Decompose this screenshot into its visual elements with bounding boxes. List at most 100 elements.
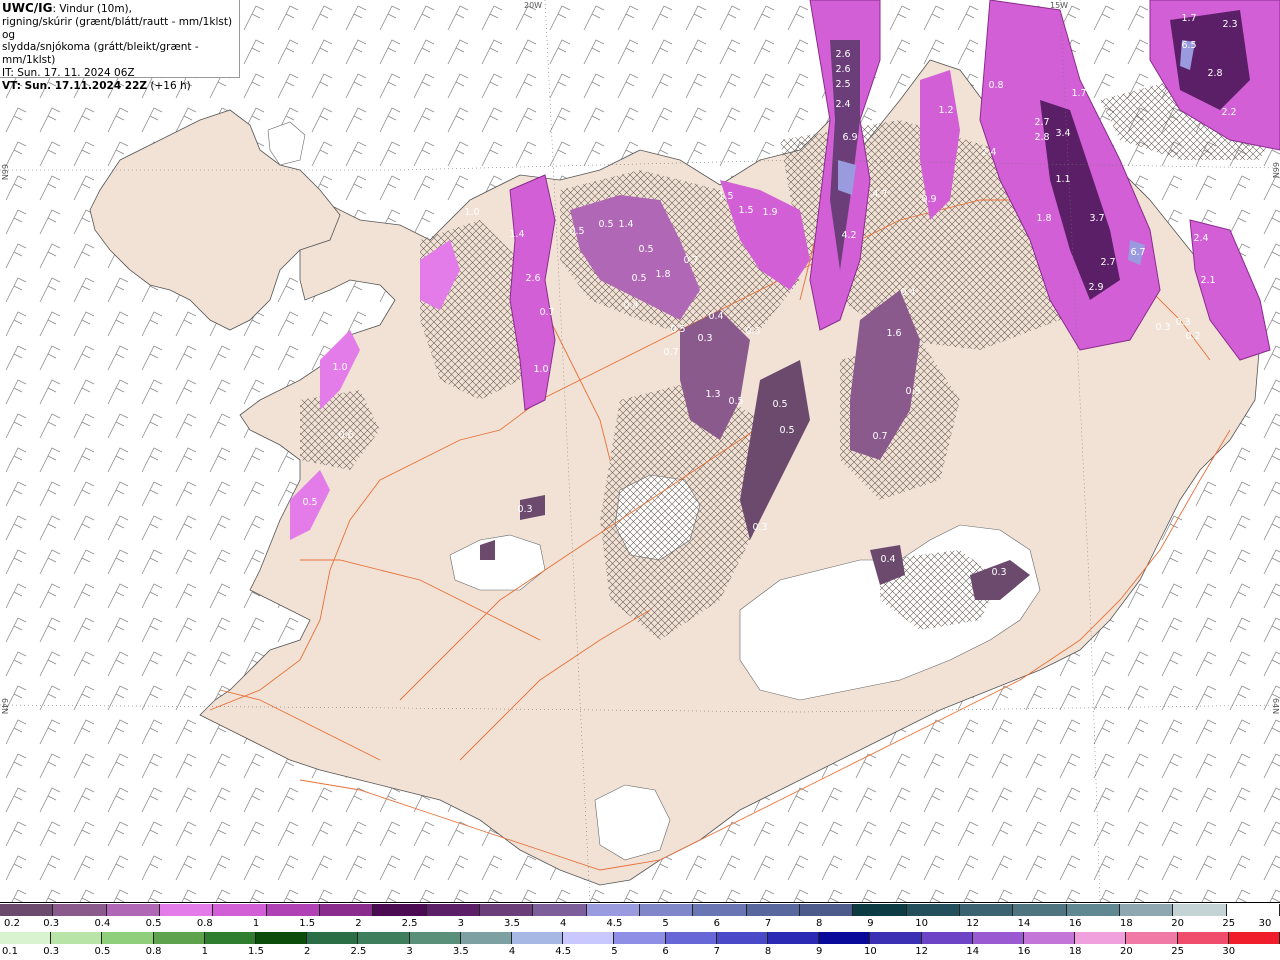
legend-rain-colorbar bbox=[0, 932, 1280, 944]
lon-label-15w: 15W bbox=[1050, 1, 1069, 10]
legend-swatch bbox=[906, 904, 960, 916]
precip-value-label: 4.7 bbox=[872, 189, 887, 200]
legend-tick-label: 0.4 bbox=[94, 918, 111, 929]
precip-value-label: 0.5 bbox=[745, 326, 760, 337]
precip-value-label: 0.3 bbox=[697, 333, 712, 344]
precip-value-label: 1.3 bbox=[705, 389, 720, 400]
legend-swatch bbox=[1013, 904, 1067, 916]
precip-value-label: 2.6 bbox=[835, 64, 850, 75]
legend-tick-label: 9 bbox=[816, 946, 823, 957]
legend-tick-label: 2 bbox=[304, 946, 311, 957]
legend-tick-label: 3.5 bbox=[452, 946, 469, 957]
precip-value-label: 0.7 bbox=[683, 255, 698, 266]
precip-value-label: 1.5 bbox=[738, 205, 753, 216]
precip-value-label: 0.5 bbox=[670, 324, 685, 335]
precip-value-label: 0.4 bbox=[623, 300, 638, 311]
legend-swatch bbox=[586, 904, 640, 916]
precip-value-label: 0.5 bbox=[779, 425, 794, 436]
legend-rain-labels: 0.1 0.3 0.5 0.8 1 1.5 2 2.5 3 3.5 4 4.5 5 6 7 8 9 10 12 14 1… bbox=[0, 946, 1280, 958]
legend-swatch bbox=[1126, 932, 1178, 944]
legend-tick-label: 12 bbox=[915, 946, 928, 957]
forecast-map[interactable]: 2.6 2.6 2.5 2.4 6.9 4.7 4.2 1.2 1.2 0.4 0.9 0.8 2.4 2… bbox=[0, 0, 1280, 902]
legend-swatch bbox=[959, 904, 1014, 916]
precip-value-label: 2.1 bbox=[1200, 275, 1215, 286]
precip-value-label: 1.8 bbox=[655, 269, 670, 280]
lon-label-20w: 20W bbox=[524, 1, 543, 10]
legend-tick-label: 4 bbox=[508, 946, 516, 957]
legend-swatch bbox=[799, 904, 854, 916]
precip-value-label: 2.8 bbox=[1207, 68, 1222, 79]
precip-value-label: 0.3 bbox=[991, 567, 1006, 578]
precip-value-label: 6.7 bbox=[1130, 247, 1145, 258]
precip-value-label: 1.4 bbox=[618, 219, 633, 230]
legend-swatch bbox=[153, 932, 205, 944]
legend-tick-label: 1.5 bbox=[299, 918, 316, 929]
precip-value-label: 1.7 bbox=[1181, 13, 1196, 24]
precip-value-label: 2.2 bbox=[1221, 107, 1236, 118]
legend-swatch bbox=[693, 904, 747, 916]
title-line: UWC/IG: Vindur (10m), bbox=[2, 2, 239, 16]
legend-swatch bbox=[409, 932, 461, 944]
legend-swatch bbox=[106, 904, 160, 916]
legend-tick-label: 3 bbox=[457, 918, 464, 929]
legend-tick-label: 20 bbox=[1171, 918, 1184, 929]
precip-value-label: 1.0 bbox=[332, 362, 347, 373]
precip-value-label: 0.4 bbox=[708, 311, 723, 322]
legend-tick-label: 4.5 bbox=[555, 946, 572, 957]
legend-swatch bbox=[358, 932, 410, 944]
precip-value-label: 1.2 bbox=[1074, 55, 1089, 66]
legend-swatch bbox=[51, 932, 103, 944]
precip-value-label: 0.4 bbox=[900, 287, 915, 298]
legend-swatch bbox=[1066, 904, 1120, 916]
valid-time: VT: Sun. 17.11.2024 22Z bbox=[2, 79, 148, 92]
precip-value-label: 0.4 bbox=[880, 554, 895, 565]
legend-tick-label: 8 bbox=[816, 918, 823, 929]
legend-tick-label: 0.8 bbox=[196, 918, 213, 929]
precip-value-label: 2.6 bbox=[525, 273, 540, 284]
legend-swatch bbox=[53, 904, 107, 916]
description-line-1: : Vindur (10m), bbox=[52, 3, 132, 15]
legend-swatch bbox=[266, 904, 320, 916]
legend-swatch bbox=[159, 904, 214, 916]
legend-swatch bbox=[746, 904, 800, 916]
precip-value-label: 1.0 bbox=[464, 207, 479, 218]
legend-tick-label: 12 bbox=[966, 918, 980, 929]
legend-swatch bbox=[1226, 904, 1280, 916]
legend-tick-label: 0.5 bbox=[94, 946, 111, 957]
legend-tick-label: 6 bbox=[662, 946, 669, 957]
legend-swatch bbox=[533, 904, 587, 916]
legend-tick-label: 4 bbox=[560, 918, 567, 929]
legend-tick-label: 20 bbox=[1120, 946, 1133, 957]
precip-value-label: 1.7 bbox=[1071, 88, 1086, 99]
legend-swatch bbox=[768, 932, 820, 944]
precip-value-label: 2.7 bbox=[1034, 117, 1049, 128]
legend-tick-label: 0.1 bbox=[2, 946, 18, 957]
legend-tick-label: 18 bbox=[1068, 946, 1082, 957]
issue-time: IT: Sun. 17. 11. 2024 06Z bbox=[2, 66, 135, 79]
description-line-3: slydda/snjókoma (grátt/bleikt/grænt - mm… bbox=[2, 41, 199, 67]
precip-value-label: 2.3 bbox=[1222, 19, 1237, 30]
precip-value-label: 0.5 bbox=[728, 396, 743, 407]
legend-swatch bbox=[1177, 932, 1229, 944]
precip-value-label: 2.4 bbox=[1193, 233, 1208, 244]
legend-tick-label: 6 bbox=[713, 918, 720, 929]
precip-value-label: 1.5 bbox=[718, 191, 733, 202]
lat-label-64n-right: 64N bbox=[1271, 698, 1280, 715]
precip-value-label: 6.9 bbox=[842, 132, 857, 143]
lat-label-66n-left: 66N bbox=[0, 164, 9, 181]
legend-swatch bbox=[1228, 932, 1280, 944]
product-code: UWC/IG bbox=[2, 1, 53, 15]
legend-tick-label: 0.2 bbox=[4, 918, 20, 929]
lead-time: (+16 h) bbox=[150, 79, 191, 92]
legend-swatch bbox=[972, 932, 1025, 944]
precip-value-label: 0.5 bbox=[631, 273, 646, 284]
legend-tick-label: 1.5 bbox=[248, 946, 264, 957]
legend-swatch bbox=[870, 932, 922, 944]
lat-label-66n-right: 66N bbox=[1271, 162, 1280, 179]
precip-value-label: 2.4 bbox=[835, 99, 850, 110]
legend-top-border bbox=[0, 902, 1280, 903]
precip-value-label: 2.7 bbox=[1100, 257, 1115, 268]
precip-value-label: 1.1 bbox=[1055, 174, 1070, 185]
precip-value-label: 0.3 bbox=[1175, 317, 1190, 328]
precip-value-label: 1.8 bbox=[1036, 213, 1051, 224]
